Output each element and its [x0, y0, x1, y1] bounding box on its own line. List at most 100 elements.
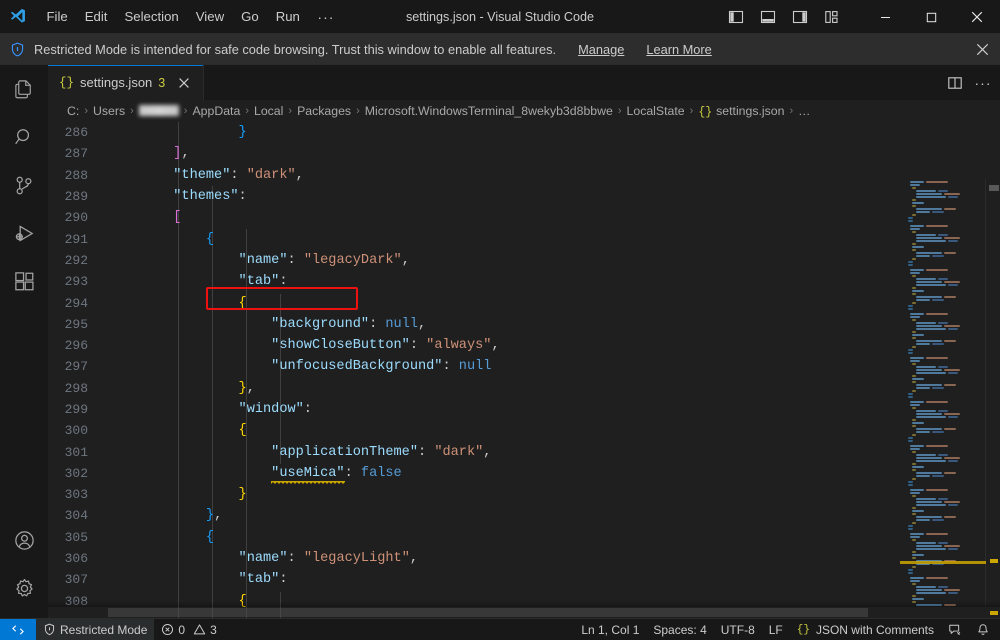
- code-line[interactable]: 289 "themes":: [48, 186, 1000, 207]
- sidebar-item-extensions[interactable]: [0, 257, 48, 305]
- tab-settings-json[interactable]: {} settings.json 3: [48, 65, 205, 100]
- code-line[interactable]: 286 }: [48, 122, 1000, 143]
- menu-item-file[interactable]: File: [38, 6, 76, 28]
- breadcrumb-separator: ›: [245, 105, 249, 117]
- overview-ruler[interactable]: [986, 179, 1000, 615]
- gear-icon[interactable]: [0, 564, 48, 612]
- line-number: 305: [64, 529, 88, 545]
- banner-link-manage[interactable]: Manage: [578, 42, 624, 57]
- minimap-line: [926, 269, 948, 271]
- code-text: "name": "legacyDark",: [108, 253, 410, 268]
- status-restricted-mode-label: Restricted Mode: [60, 622, 148, 637]
- status-encoding[interactable]: UTF-8: [714, 619, 762, 640]
- code-line[interactable]: 298 },: [48, 378, 1000, 399]
- window-close-button[interactable]: [954, 0, 1000, 34]
- horizontal-scrollbar[interactable]: [48, 607, 900, 618]
- account-icon[interactable]: [0, 516, 48, 564]
- breadcrumb-item[interactable]: AppData: [192, 104, 240, 118]
- code-line[interactable]: 304 },: [48, 505, 1000, 526]
- breadcrumb-item[interactable]: {} settings.json: [698, 104, 784, 119]
- code-line[interactable]: 307 "tab":: [48, 569, 1000, 590]
- code-line[interactable]: 288 "theme": "dark",: [48, 165, 1000, 186]
- toggle-secondary-sidebar-icon[interactable]: [784, 4, 816, 30]
- minimap-line: [944, 428, 956, 430]
- breadcrumb-separator: ›: [288, 105, 293, 117]
- code-line[interactable]: 299 "window":: [48, 399, 1000, 420]
- sidebar-item-run-and-debug[interactable]: [0, 209, 48, 257]
- code-line[interactable]: 297 "unfocusedBackground": null: [48, 356, 1000, 377]
- code-line[interactable]: 294 {: [48, 292, 1000, 313]
- horizontal-scrollbar-thumb[interactable]: [108, 608, 868, 617]
- minimap-line: [912, 554, 924, 556]
- json-file-icon: {}: [59, 75, 75, 90]
- code-line[interactable]: 293 "tab":: [48, 271, 1000, 292]
- breadcrumb-item[interactable]: Packages: [297, 104, 351, 118]
- menu-item-run[interactable]: Run: [267, 6, 308, 28]
- minimap-line: [944, 516, 956, 518]
- menu-item-go[interactable]: Go: [233, 6, 268, 28]
- minimap-line: [944, 501, 960, 503]
- code-line[interactable]: 287 ],: [48, 143, 1000, 164]
- minimap-line: [932, 475, 944, 477]
- code-line[interactable]: 291 {: [48, 228, 1000, 249]
- line-number: 296: [64, 338, 88, 354]
- code-editor[interactable]: 286 } 287 ], 288 "theme": "dark", 289 "them…: [48, 122, 1000, 618]
- code-line[interactable]: 292 "name": "legacyDark",: [48, 250, 1000, 271]
- code-line[interactable]: 305 {: [48, 527, 1000, 548]
- code-line[interactable]: 295 "background": null,: [48, 314, 1000, 335]
- status-language-mode[interactable]: {} JSON with Comments: [790, 619, 941, 640]
- toggle-primary-sidebar-icon[interactable]: [720, 4, 752, 30]
- menu-item-edit[interactable]: Edit: [76, 6, 116, 28]
- minimap-line: [910, 580, 920, 582]
- breadcrumb-item[interactable]: LocalState: [627, 104, 685, 118]
- line-number: 292: [64, 252, 88, 268]
- window-minimize-button[interactable]: [862, 0, 908, 34]
- minimap-line: [916, 387, 930, 389]
- breadcrumb-item[interactable]: …: [798, 104, 810, 118]
- window-maximize-button[interactable]: [908, 0, 954, 34]
- breadcrumb-item[interactable]: Users: [93, 104, 125, 118]
- code-line[interactable]: 303 }: [48, 484, 1000, 505]
- breadcrumb-item[interactable]: [138, 104, 179, 118]
- code-line[interactable]: 296 "showCloseButton": "always",: [48, 335, 1000, 356]
- breadcrumb-redacted-username: [138, 105, 179, 116]
- code-line[interactable]: 300 {: [48, 420, 1000, 441]
- toggle-panel-icon[interactable]: [752, 4, 784, 30]
- status-problems[interactable]: 0 3: [154, 619, 223, 640]
- breadcrumb-item[interactable]: Local: [254, 104, 283, 118]
- minimap[interactable]: [900, 179, 986, 606]
- menu-item-view[interactable]: View: [187, 6, 232, 28]
- status-indentation[interactable]: Spaces: 4: [646, 619, 713, 640]
- feedback-icon[interactable]: [941, 619, 969, 640]
- minimap-line: [916, 457, 942, 459]
- status-cursor-position[interactable]: Ln 1, Col 1: [574, 619, 646, 640]
- sidebar-item-search[interactable]: [0, 113, 48, 161]
- split-editor-icon[interactable]: [942, 70, 968, 96]
- sidebar-item-explorer[interactable]: [0, 65, 48, 113]
- menu-item-more[interactable]: ···: [308, 6, 343, 28]
- banner-close-icon[interactable]: [970, 37, 994, 61]
- status-eol[interactable]: LF: [762, 619, 790, 640]
- status-error-count: 0: [178, 622, 186, 637]
- title-bar: File Edit Selection View Go Run ··· sett…: [0, 0, 1000, 34]
- code-line[interactable]: 302 "useMica": false: [48, 463, 1000, 484]
- status-restricted-mode[interactable]: Restricted Mode: [36, 618, 155, 640]
- code-line[interactable]: 306 "name": "legacyLight",: [48, 548, 1000, 569]
- breadcrumb-item[interactable]: C:: [67, 104, 79, 118]
- minimap-line: [912, 381, 916, 383]
- editor-more-actions-icon[interactable]: ···: [970, 70, 996, 96]
- banner-link-learn-more[interactable]: Learn More: [646, 42, 711, 57]
- tab-close-icon[interactable]: [175, 74, 193, 92]
- breadcrumb-separator: ›: [183, 105, 188, 117]
- sidebar-item-source-control[interactable]: [0, 161, 48, 209]
- breadcrumb-item[interactable]: Microsoft.WindowsTerminal_8wekyb3d8bbwe: [365, 104, 613, 118]
- code-line[interactable]: 301 "applicationTheme": "dark",: [48, 441, 1000, 462]
- menu-item-selection[interactable]: Selection: [116, 6, 187, 28]
- remote-indicator-icon[interactable]: [0, 618, 36, 640]
- minimap-line: [912, 275, 916, 277]
- customize-layout-icon[interactable]: [816, 4, 848, 30]
- minimap-line: [912, 422, 924, 424]
- bell-icon[interactable]: [969, 619, 1000, 640]
- code-line[interactable]: 290 [: [48, 207, 1000, 228]
